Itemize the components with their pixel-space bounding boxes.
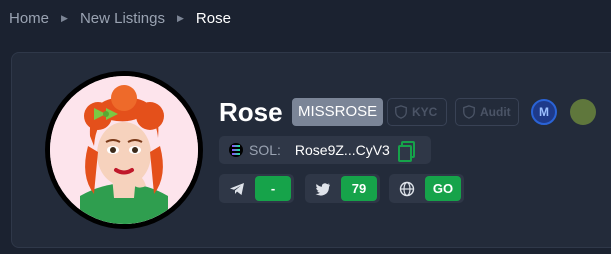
twitter-followers: 79 [341,176,377,201]
telegram-value: - [255,176,291,201]
coinmarketcap-icon[interactable]: M [531,99,557,125]
audit-badge[interactable]: Audit [455,98,519,126]
rose-avatar-illustration [50,76,198,224]
chain-label: SOL: [249,142,281,158]
token-ticker-badge: MISSROSE [292,98,384,126]
globe-icon [389,181,425,197]
twitter-icon [305,181,341,197]
telegram-link[interactable]: - [219,174,294,203]
breadcrumb: Home ▶ New Listings ▶ Rose [9,10,231,27]
shield-icon [395,105,407,119]
kyc-badge-label: KYC [412,105,438,119]
coingecko-icon[interactable] [570,99,596,125]
breadcrumb-current: Rose [195,10,231,27]
token-avatar [45,71,203,229]
chevron-right-icon: ▶ [176,13,184,23]
audit-badge-label: Audit [480,105,511,119]
website-link[interactable]: GO [389,174,464,203]
solana-icon [229,143,243,157]
website-go-button[interactable]: GO [425,176,461,201]
breadcrumb-new-listings-link[interactable]: New Listings [80,10,165,27]
twitter-link[interactable]: 79 [305,174,380,203]
kyc-badge[interactable]: KYC [387,98,447,126]
token-name: Rose [219,97,283,127]
shield-icon [463,105,475,119]
chevron-right-icon: ▶ [61,13,68,23]
telegram-icon [219,181,255,197]
contract-address: Rose9Z...CyV3 [294,142,390,158]
breadcrumb-home-link[interactable]: Home [9,10,49,27]
contract-address-box: SOL: Rose9Z...CyV3 [219,136,431,164]
copy-icon[interactable] [397,141,415,162]
